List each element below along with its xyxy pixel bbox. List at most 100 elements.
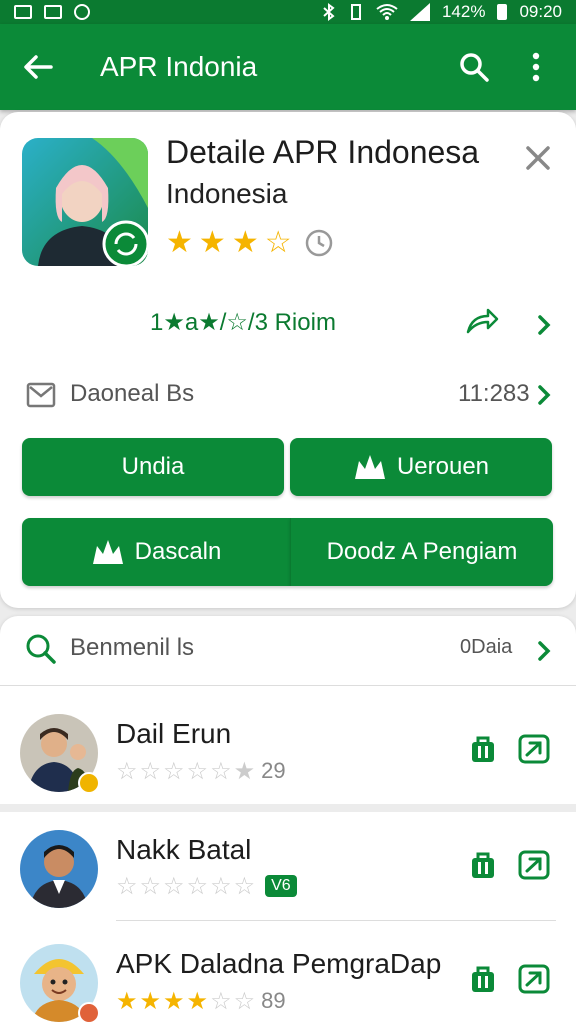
star-empty-icon: ☆ <box>186 757 209 785</box>
star-empty-icon: ☆ <box>233 987 256 1015</box>
pengiam-button-label: Doodz A Pengiam <box>326 538 518 565</box>
star-empty-icon: ☆ <box>163 872 185 900</box>
avatar <box>20 830 98 908</box>
bag-button[interactable] <box>470 964 496 998</box>
app-icon <box>22 138 148 266</box>
list-header-count: 0Daia <box>460 636 513 658</box>
item-rating-stars: ☆ ☆ ☆ ☆ ☆ ☆ V6 <box>116 874 297 898</box>
chevron-right-icon <box>538 315 551 335</box>
battery-icon <box>497 4 508 20</box>
bag-button[interactable] <box>470 850 496 884</box>
star-empty-icon: ☆ <box>139 872 162 900</box>
signal-icon <box>409 3 430 21</box>
item-rating-value: 89 <box>261 988 286 1013</box>
pengiam-button[interactable]: Doodz A Pengiam <box>290 518 553 586</box>
dascaln-button-label: Dascaln <box>134 538 222 565</box>
downloads-count: 11:283 <box>458 380 530 407</box>
more-vert-icon <box>532 52 540 82</box>
mail-icon <box>26 382 56 408</box>
star-filled-icon: ★ <box>186 987 209 1015</box>
chevron-right-icon <box>534 382 554 408</box>
bag-icon <box>472 966 494 992</box>
open-button[interactable] <box>518 734 550 768</box>
crown-icon <box>92 540 123 564</box>
star-empty-icon: ☆ <box>210 987 232 1015</box>
battery-percent: 142% <box>441 2 486 21</box>
list-item[interactable]: Dail Erun ☆ ☆ ☆ ☆ ☆ ★ 29 <box>0 694 576 810</box>
item-name: Dail Erun <box>116 718 232 749</box>
uerouen-button-label: Uerouen <box>396 453 490 480</box>
open-link-icon <box>518 734 550 764</box>
open-link-icon <box>518 964 550 994</box>
star-filled-icon: ★ <box>139 987 162 1015</box>
downloads-row[interactable]: Daoneal Bs 11:283 <box>0 374 576 418</box>
item-name: APK Daladna PemgraDap <box>116 948 442 979</box>
star-empty-icon: ☆ <box>139 757 162 785</box>
star-filled-icon: ★ <box>116 987 138 1015</box>
star-empty-icon: ☆ <box>116 757 138 785</box>
dascaln-button[interactable]: Dascaln <box>22 518 290 586</box>
badge-icon <box>78 1002 100 1024</box>
star-empty-icon: ☆ <box>210 872 232 900</box>
recommended-list: Benmenil ls 0Daia Dail Erun ☆ ☆ ☆ ☆ ☆ ★ … <box>0 616 576 1024</box>
list-item[interactable]: Nakk Batal ☆ ☆ ☆ ☆ ☆ ☆ V6 <box>0 810 576 926</box>
star-empty-icon: ☆ <box>116 872 138 900</box>
uerouen-button[interactable]: Uerouen <box>290 438 552 496</box>
undia-button-label: Undia <box>121 453 185 480</box>
item-tag: V6 <box>265 875 297 897</box>
search-button[interactable] <box>452 45 496 89</box>
list-item[interactable]: APK Daladna PemgraDap ★ ★ ★ ★ ☆ ☆ 89 <box>0 924 576 1024</box>
chevron-right-icon <box>534 638 554 664</box>
item-name: Nakk Batal <box>116 834 252 865</box>
star-empty-icon: ☆ <box>210 757 232 785</box>
close-icon <box>526 146 550 170</box>
app-detail-card: Detaile APR Indonesa Indonesia ★ ★ ★ ☆ 1… <box>0 112 576 608</box>
back-button[interactable] <box>18 47 58 87</box>
image-icon <box>44 5 62 19</box>
verified-badge-icon <box>78 772 100 794</box>
crown-icon <box>354 455 385 479</box>
wifi-icon <box>376 4 398 20</box>
star-empty-icon: ★ <box>233 757 256 785</box>
star-empty-icon: ☆ <box>186 872 209 900</box>
open-button[interactable] <box>518 964 550 998</box>
gallery-icon <box>14 5 32 19</box>
search-icon <box>26 634 56 664</box>
item-rating-stars: ★ ★ ★ ★ ☆ ☆ 89 <box>116 988 286 1014</box>
star-empty-icon: ☆ <box>233 872 256 900</box>
list-header[interactable]: Benmenil ls 0Daia <box>0 616 576 686</box>
bag-button[interactable] <box>470 734 496 768</box>
star-empty-icon: ☆ <box>163 757 185 785</box>
app-bar: APR Indonia <box>0 24 576 110</box>
star-filled-icon: ★ <box>198 225 226 260</box>
search-icon <box>460 53 489 82</box>
share-icon <box>466 308 499 334</box>
close-button[interactable] <box>520 140 556 176</box>
star-empty-icon: ☆ <box>264 225 292 260</box>
undia-button[interactable]: Undia <box>22 438 284 496</box>
share-button[interactable] <box>464 306 500 340</box>
divider <box>116 920 556 921</box>
vibrate-icon <box>350 4 361 20</box>
detail-title: Detaile APR Indonesa <box>166 134 480 170</box>
open-button[interactable] <box>518 850 550 884</box>
status-bar: 142% 09:20 <box>0 0 576 24</box>
back-arrow-icon <box>24 55 53 79</box>
star-filled-icon: ★ <box>166 225 193 260</box>
downloads-label: Daoneal Bs <box>70 380 195 407</box>
bluetooth-icon <box>323 3 335 21</box>
rating-chevron-button[interactable] <box>534 312 554 338</box>
star-filled-icon: ★ <box>231 225 259 260</box>
star-filled-icon: ★ <box>163 987 185 1015</box>
more-options-button[interactable] <box>514 45 558 89</box>
detail-subtitle: Indonesia <box>166 178 288 209</box>
rating-summary: 1★a★/☆/3 Rioim <box>150 309 336 336</box>
clock: 09:20 <box>519 2 562 21</box>
app-bar-title: APR Indonia <box>100 51 258 82</box>
bag-icon <box>472 852 494 878</box>
list-header-label: Benmenil ls <box>70 634 195 661</box>
item-rating-value: 29 <box>261 758 286 783</box>
bag-icon <box>472 736 494 762</box>
open-link-icon <box>518 850 550 880</box>
history-icon <box>305 229 332 257</box>
